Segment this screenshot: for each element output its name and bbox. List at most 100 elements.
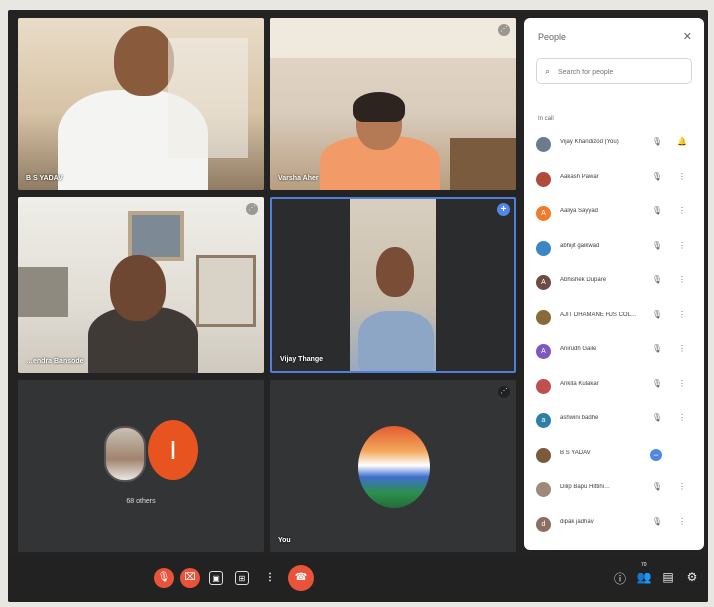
captions-button[interactable]: ▣ [209, 571, 223, 585]
participant-row[interactable]: a ashwini badhe 🎙 ⋮ [524, 404, 704, 439]
muted-mic-icon[interactable]: 🎙 [650, 137, 664, 146]
more-actions-icon[interactable]: ⋮ [676, 413, 688, 422]
muted-icon: ⋰ [498, 24, 510, 36]
video-tile-bansode[interactable]: ⋰ …endra Bansode [18, 197, 264, 373]
participant-avatar: d [536, 516, 551, 532]
participant-name: …endra Bansode [26, 358, 84, 365]
people-panel: People ✕ ⌕ In call Vijay Khandizod (You)… [524, 18, 704, 550]
self-name: You [278, 537, 291, 544]
people-icon[interactable]: 👥 70 [636, 562, 652, 584]
mic-toggle-button[interactable]: 🎙 [154, 568, 174, 588]
muted-mic-icon[interactable]: 🎙 [650, 241, 664, 250]
muted-icon: ⋰ [246, 203, 258, 215]
participant-name: abhijit gaikwad [560, 242, 600, 249]
participant-name: ashwini badhe [560, 415, 599, 421]
participant-avatar-photo [104, 426, 146, 482]
participant-avatar [536, 378, 551, 394]
muted-mic-icon[interactable]: 🎙 [650, 379, 664, 388]
muted-mic-icon[interactable]: 🎙 [650, 206, 664, 215]
participant-row[interactable]: Ankita Kulakar 🎙 ⋮ [524, 370, 704, 405]
participant-row[interactable]: AJIT DHAMANE HJS COL… 🎙 ⋮ [524, 301, 704, 336]
search-input[interactable] [558, 69, 668, 76]
people-icon-glyph: 👥 [636, 570, 652, 584]
participant-row[interactable]: Aakash Pawar 🎙 ⋮ [524, 163, 704, 198]
hang-up-button[interactable]: ☎ [288, 565, 314, 591]
participant-avatar: a [536, 413, 551, 428]
meeting-window: B S YADAV ⋰ Varsha Aher ⋰ …endra Bansode… [8, 10, 708, 602]
notification-icon[interactable]: 🔔 [676, 137, 688, 146]
participant-row[interactable]: Dilip Bapu Hittihi… 🎙 ⋮ [524, 473, 704, 508]
others-tile[interactable]: I 68 others [18, 380, 264, 552]
participant-row[interactable]: Vijay Khandizod (You) 🎙 🔔 [524, 128, 704, 163]
pin-icon[interactable]: + [497, 203, 510, 216]
more-actions-icon[interactable]: ⋮ [676, 241, 688, 250]
participant-name: Ankita Kulakar [560, 380, 599, 387]
participant-row[interactable]: A Abhishek Dupare 🎙 ⋮ [524, 266, 704, 301]
participant-avatar-letter: I [148, 420, 198, 480]
muted-icon: ⋰ [498, 386, 510, 398]
participant-row[interactable]: A Anirudh Gaile 🎙 ⋮ [524, 335, 704, 370]
muted-mic-icon[interactable]: 🎙 [650, 172, 664, 181]
call-controls-bar: 🎙 ⌧ ▣ ⊞ ⋮ ☎ ⓘ 👥 70 ▤ ⚙ [8, 556, 708, 602]
info-icon[interactable]: ⓘ [612, 570, 628, 587]
activities-icon[interactable]: ⚙ [684, 570, 700, 584]
participant-row[interactable]: abhijit gaikwad 🎙 ⋮ [524, 232, 704, 267]
participant-avatar [536, 482, 551, 497]
present-button[interactable]: ⊞ [235, 571, 249, 585]
more-actions-icon[interactable]: ⋮ [676, 482, 688, 491]
participant-avatar [536, 309, 551, 325]
self-avatar [358, 426, 430, 508]
self-tile[interactable]: ⋰ You [270, 380, 516, 552]
muted-mic-icon[interactable]: 🎙 [650, 344, 664, 353]
more-actions-icon[interactable]: ⋮ [676, 206, 688, 215]
more-actions-icon[interactable]: ⋮ [676, 310, 688, 319]
participant-name: Dilip Bapu Hittihi… [560, 484, 611, 490]
participant-avatar [536, 171, 551, 187]
participant-name: B S YADAV [560, 449, 591, 456]
participant-avatar [536, 447, 551, 463]
muted-mic-icon[interactable]: 🎙 [650, 275, 664, 284]
more-actions-icon[interactable]: ⋮ [676, 172, 688, 181]
participant-name: dipak jadhav [560, 518, 594, 525]
participant-avatar [536, 240, 551, 256]
video-feed [350, 199, 436, 371]
participant-name: Vijay Thange [280, 356, 324, 363]
video-tile-varsha-aher[interactable]: ⋰ Varsha Aher [270, 18, 516, 190]
muted-mic-icon[interactable]: 🎙 [650, 517, 664, 526]
section-label: In call [538, 116, 554, 122]
search-field[interactable]: ⌕ [536, 58, 692, 84]
participant-row[interactable]: d dipak jadhav 🎙 ⋮ [524, 508, 704, 543]
participant-avatar [536, 137, 551, 152]
search-icon: ⌕ [545, 66, 551, 76]
others-count: 68 others [126, 498, 156, 505]
speaking-indicator-icon[interactable]: − [650, 448, 662, 461]
participant-name: Abhishek Dupare [560, 277, 607, 283]
participant-name: B S YADAV [26, 175, 63, 182]
participant-name: Aaliya Sayyad [560, 208, 599, 214]
more-actions-icon[interactable]: ⋮ [676, 344, 688, 353]
participant-row[interactable]: B S YADAV − [524, 439, 704, 474]
muted-mic-icon[interactable]: 🎙 [650, 413, 664, 422]
muted-mic-icon[interactable]: 🎙 [650, 310, 664, 319]
close-icon[interactable]: ✕ [683, 30, 692, 43]
video-tile-vijay-thange[interactable]: + Vijay Thange [270, 197, 516, 373]
participant-avatar: A [536, 206, 551, 221]
more-actions-icon[interactable]: ⋮ [676, 379, 688, 388]
panel-title: People [538, 32, 567, 42]
participant-name: Anirudh Gaile [560, 346, 597, 352]
participant-name: Aakash Pawar [560, 173, 599, 180]
camera-toggle-button[interactable]: ⌧ [180, 568, 200, 588]
participant-avatar: A [536, 275, 551, 290]
video-tile-bs-yadav[interactable]: B S YADAV [18, 18, 264, 190]
people-count-badge: 70 [641, 562, 647, 568]
participant-avatar: A [536, 344, 551, 359]
chat-icon[interactable]: ▤ [660, 570, 676, 584]
participant-name: AJIT DHAMANE HJS COL… [560, 311, 637, 318]
participant-row[interactable]: A Aaliya Sayyad 🎙 ⋮ [524, 197, 704, 232]
muted-mic-icon[interactable]: 🎙 [650, 482, 664, 491]
more-actions-icon[interactable]: ⋮ [676, 275, 688, 284]
more-actions-icon[interactable]: ⋮ [676, 517, 688, 526]
more-options-button[interactable]: ⋮ [265, 568, 275, 588]
participant-list: Vijay Khandizod (You) 🎙 🔔 Aakash Pawar 🎙 ⋮ A Aa… [524, 128, 704, 542]
participant-name: Vijay Khandizod (You) [560, 139, 619, 145]
